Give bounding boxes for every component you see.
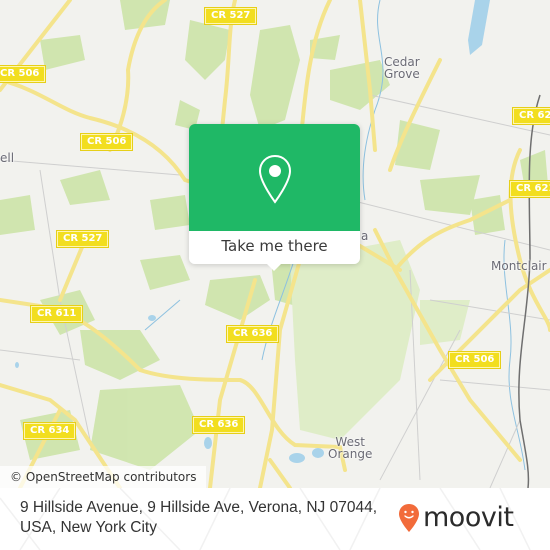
footer-bar: 9 Hillside Avenue, 9 Hillside Ave, Veron… <box>0 488 550 550</box>
moovit-pin-icon <box>399 504 419 532</box>
route-shield-cr621: CR 621 <box>510 181 550 197</box>
destination-address: 9 Hillside Avenue, 9 Hillside Ave, Veron… <box>20 499 378 536</box>
destination-popup[interactable]: Take me there <box>189 124 360 271</box>
location-pin-icon <box>258 154 292 204</box>
popup-pointer <box>266 263 282 271</box>
place-label-cedar-grove: Cedar Grove <box>384 55 420 81</box>
route-shield-cr636: CR 636 <box>227 326 279 342</box>
route-shield-cr506: CR 506 <box>81 134 133 150</box>
route-shield-cr636: CR 636 <box>193 417 245 433</box>
place-label-verona: a <box>361 229 369 243</box>
route-shield-cr527: CR 527 <box>57 231 109 247</box>
moovit-wordmark: moovit <box>423 502 514 533</box>
map-attribution[interactable]: © OpenStreetMap contributors <box>0 466 207 488</box>
route-shield-cr634: CR 634 <box>24 423 76 439</box>
route-shield-cr611: CR 611 <box>31 306 83 322</box>
route-shield-cr506: CR 506 <box>449 352 501 368</box>
map-view[interactable]: CR 527 CR 506 CR 506 CR 527 CR 611 CR 63… <box>0 0 550 488</box>
route-shield-cr527: CR 527 <box>205 8 257 24</box>
place-label-montclair: Montclair <box>491 259 547 273</box>
place-label-caldwell: ell <box>0 151 15 165</box>
route-shield-cr506: CR 506 <box>0 66 46 82</box>
place-label-west-orange: West Orange <box>328 435 373 461</box>
route-shield-cr621: CR 621 <box>513 108 550 124</box>
moovit-logo[interactable]: moovit <box>398 498 514 538</box>
large-park-layer <box>290 240 470 440</box>
take-me-there-button[interactable]: Take me there <box>189 231 360 264</box>
popup-header <box>189 124 360 231</box>
